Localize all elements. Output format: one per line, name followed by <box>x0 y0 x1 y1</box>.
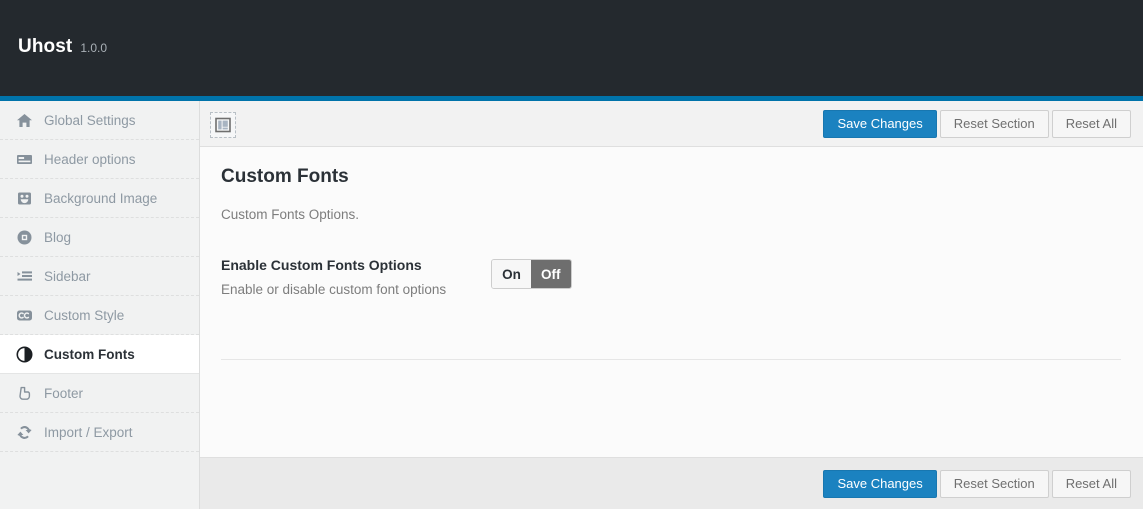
cc-badge-icon <box>13 304 35 326</box>
reset-all-button-bottom[interactable]: Reset All <box>1051 470 1131 498</box>
enable-custom-fonts-toggle[interactable]: On Off <box>491 259 572 289</box>
page-title: Custom Fonts <box>221 166 349 187</box>
header-bar-icon <box>13 148 35 170</box>
field-row-enable-custom-fonts: Enable Custom Fonts Options Enable or di… <box>221 256 1121 299</box>
field-control: On Off <box>491 256 572 289</box>
page-subtitle: Custom Fonts Options. <box>221 207 360 222</box>
sidebar-item-import-export[interactable]: Import / Export <box>0 413 199 452</box>
sidebar-item-custom-fonts[interactable]: Custom Fonts <box>0 335 199 374</box>
brand-version: 1.0.0 <box>80 41 108 55</box>
brand: Uhost 1.0.0 <box>18 36 107 58</box>
sidebar-nav: Global Settings Header options Backgroun… <box>0 101 200 509</box>
circle-square-icon <box>13 226 35 248</box>
app-header: Uhost 1.0.0 <box>0 0 1143 96</box>
section-divider <box>221 359 1121 360</box>
toolbar-bottom: Save Changes Reset Section Reset All <box>200 457 1143 509</box>
save-changes-button-top[interactable]: Save Changes <box>823 110 937 138</box>
sidebar-item-label: Footer <box>44 385 84 401</box>
sidebar-item-label: Background Image <box>44 190 158 206</box>
sidebar-item-label: Global Settings <box>44 112 136 128</box>
sidebar-item-label: Header options <box>44 151 136 167</box>
toolbar-top-buttons: Save Changes Reset Section Reset All <box>823 110 1131 138</box>
toggle-on-segment[interactable]: On <box>492 260 531 288</box>
sidebar-item-custom-style[interactable]: Custom Style <box>0 296 199 335</box>
sidebar-item-label: Custom Style <box>44 307 125 323</box>
main-panel: Save Changes Reset Section Reset All Cus… <box>200 101 1143 509</box>
indent-list-icon <box>13 265 35 287</box>
save-changes-button-bottom[interactable]: Save Changes <box>823 470 937 498</box>
reset-section-button-bottom[interactable]: Reset Section <box>939 470 1049 498</box>
expand-layout-icon[interactable] <box>210 112 236 138</box>
toolbar-top: Save Changes Reset Section Reset All <box>200 101 1143 147</box>
reset-section-button-top[interactable]: Reset Section <box>939 110 1049 138</box>
brand-name: Uhost <box>18 36 73 57</box>
field-title: Enable Custom Fonts Options <box>221 257 422 273</box>
toolbar-bottom-buttons: Save Changes Reset Section Reset All <box>823 470 1131 498</box>
sidebar-item-blog[interactable]: Blog <box>0 218 199 257</box>
sidebar-item-global-settings[interactable]: Global Settings <box>0 101 199 140</box>
sidebar-item-background-image[interactable]: Background Image <box>0 179 199 218</box>
options-panel-page: Uhost 1.0.0 Global Settings Header optio… <box>0 0 1143 509</box>
sidebar-item-header-options[interactable]: Header options <box>0 140 199 179</box>
reset-all-button-top[interactable]: Reset All <box>1051 110 1131 138</box>
sidebar-item-sidebar[interactable]: Sidebar <box>0 257 199 296</box>
contrast-circle-icon <box>13 343 35 365</box>
sidebar-item-label: Sidebar <box>44 268 91 284</box>
field-labels: Enable Custom Fonts Options Enable or di… <box>221 256 491 299</box>
smiley-image-icon <box>13 187 35 209</box>
section-content: Custom Fonts Custom Fonts Options. Enabl… <box>200 147 1143 462</box>
field-description: Enable or disable custom font options <box>221 282 447 297</box>
sidebar-item-label: Custom Fonts <box>44 346 135 362</box>
toggle-off-segment[interactable]: Off <box>531 260 571 288</box>
sync-arrows-icon <box>13 421 35 443</box>
pointing-hand-icon <box>13 382 35 404</box>
sidebar-item-footer[interactable]: Footer <box>0 374 199 413</box>
sidebar-item-label: Blog <box>44 229 72 245</box>
home-icon <box>13 109 35 131</box>
sidebar-item-label: Import / Export <box>44 424 133 440</box>
